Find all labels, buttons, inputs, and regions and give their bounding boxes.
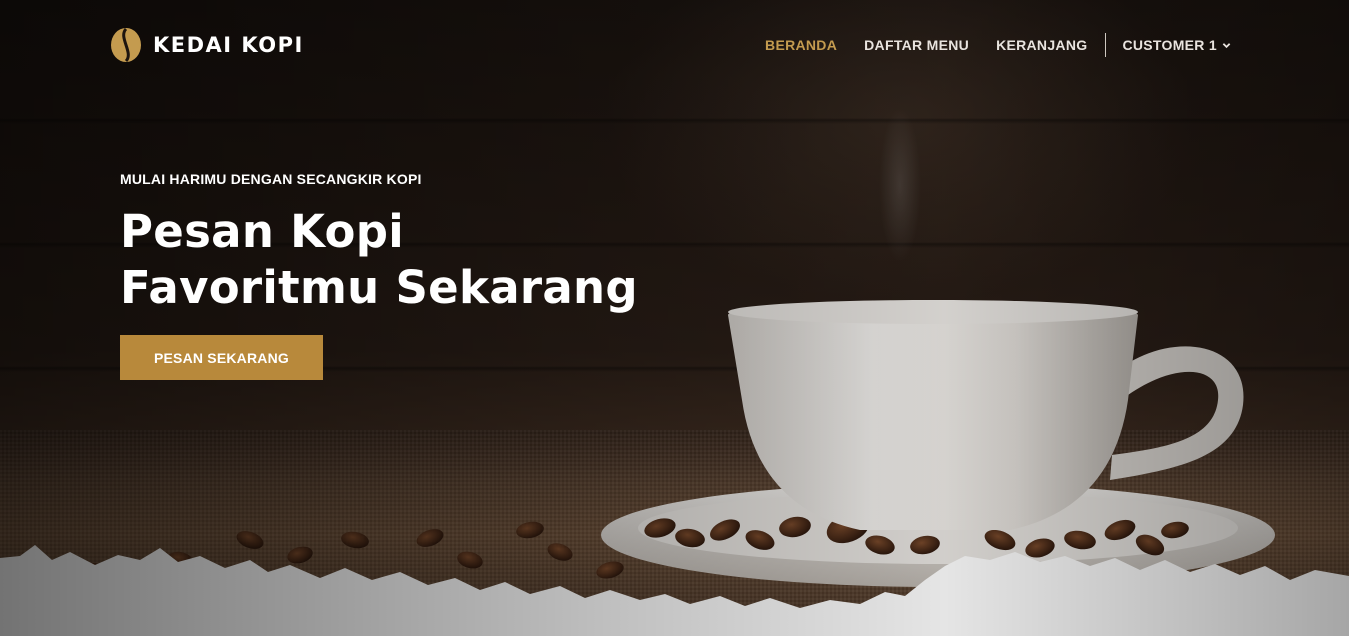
- headline-line-2: Favoritmu Sekarang: [120, 261, 638, 314]
- nav-divider: [1105, 33, 1107, 57]
- coffee-bean-icon: [111, 27, 141, 63]
- nav-daftar-menu[interactable]: DAFTAR MENU: [864, 37, 969, 53]
- chevron-down-icon: [1222, 42, 1231, 48]
- brand-logo[interactable]: KEDAI KOPI: [109, 27, 304, 63]
- hero-section: KEDAI KOPI BERANDA DAFTAR MENU KERANJANG…: [0, 0, 1349, 636]
- top-navbar: KEDAI KOPI BERANDA DAFTAR MENU KERANJANG…: [0, 0, 1349, 90]
- nav-keranjang[interactable]: KERANJANG: [996, 37, 1087, 53]
- order-now-button[interactable]: PESAN SEKARANG: [120, 335, 323, 380]
- brand-name: KEDAI KOPI: [153, 33, 304, 57]
- nav-beranda[interactable]: BERANDA: [765, 37, 837, 53]
- main-nav: BERANDA DAFTAR MENU KERANJANG CUSTOMER 1: [738, 33, 1231, 57]
- hero-eyebrow: MULAI HARIMU DENGAN SECANGKIR KOPI: [120, 171, 422, 187]
- headline-line-1: Pesan Kopi: [120, 205, 404, 258]
- user-label: CUSTOMER 1: [1122, 37, 1217, 53]
- user-menu[interactable]: CUSTOMER 1: [1122, 37, 1231, 53]
- hero-headline: Pesan Kopi Favoritmu Sekarang: [120, 204, 680, 316]
- hero-content: MULAI HARIMU DENGAN SECANGKIR KOPI Pesan…: [120, 171, 680, 380]
